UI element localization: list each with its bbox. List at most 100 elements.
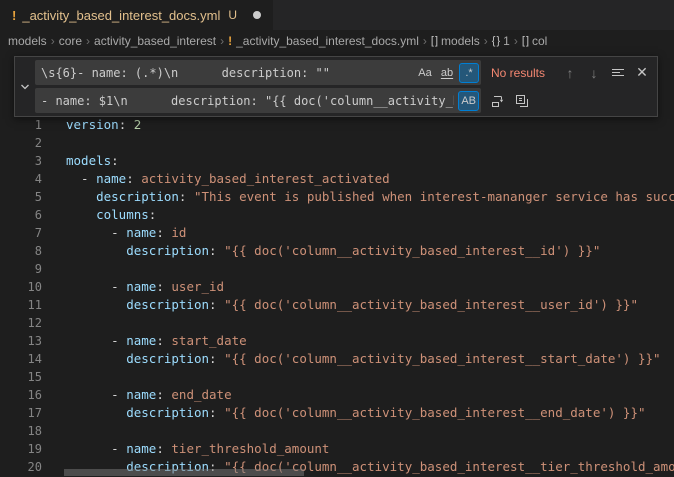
breadcrumb-item[interactable]: [ ] models — [431, 34, 480, 48]
breadcrumb-item[interactable]: models — [8, 34, 47, 48]
symbol-object-icon: { } — [492, 35, 499, 47]
line-number: 10 — [0, 278, 42, 296]
replace-all-icon — [514, 93, 530, 109]
replace-button[interactable] — [487, 90, 509, 112]
code-line[interactable]: 7 - name: id — [0, 224, 674, 242]
breadcrumb: models › core › activity_based_interest ›! _ac… — [0, 30, 674, 52]
line-number: 15 — [0, 368, 42, 386]
code-line[interactable]: 1version: 2 — [0, 116, 674, 134]
toggle-replace-button[interactable] — [15, 57, 35, 116]
breadcrumb-label: col — [532, 34, 547, 48]
find-replace-widget: \s{6}- name: (.*)\n description: "" Aa a… — [14, 56, 658, 117]
find-in-selection-icon — [610, 65, 626, 81]
code-line[interactable]: 6 columns: — [0, 206, 674, 224]
match-case-label: Aa — [418, 67, 431, 79]
match-case-toggle[interactable]: Aa — [415, 63, 435, 83]
breadcrumb-label: models — [441, 34, 480, 48]
symbol-array-icon: [ ] — [431, 35, 437, 47]
code-line-content: description: "This event is published wh… — [42, 188, 674, 206]
code-line-content — [42, 314, 66, 332]
editor-tab[interactable]: ! _activity_based_interest_docs.yml U — [0, 0, 273, 30]
code-line-content — [42, 260, 66, 278]
line-number: 12 — [0, 314, 42, 332]
line-number: 20 — [0, 458, 42, 476]
code-line-content: description: "{{ doc('column__activity_b… — [42, 404, 646, 422]
breadcrumb-separator: › — [423, 34, 427, 48]
code-line[interactable]: 18 — [0, 422, 674, 440]
find-widget-body: \s{6}- name: (.*)\n description: "" Aa a… — [35, 57, 657, 116]
line-number: 1 — [0, 116, 42, 134]
breadcrumb-item[interactable]: ! _activity_based_interest_docs.yml — [228, 34, 419, 48]
code-line-content — [42, 422, 66, 440]
warning-icon: ! — [228, 34, 232, 48]
code-line-content: - name: user_id — [42, 278, 224, 296]
breadcrumb-separator: › — [86, 34, 90, 48]
breadcrumb-label: _activity_based_interest_docs.yml — [236, 34, 419, 48]
code-line[interactable]: 14 description: "{{ doc('column__activit… — [0, 350, 674, 368]
previous-match-button[interactable]: ↑ — [559, 62, 581, 84]
regex-label: .* — [465, 67, 472, 79]
line-number: 9 — [0, 260, 42, 278]
breadcrumb-item[interactable]: [ ] col — [522, 34, 548, 48]
replace-icon — [490, 93, 506, 109]
breadcrumb-item[interactable]: core — [59, 34, 82, 48]
whole-word-toggle[interactable]: ab — [437, 63, 457, 83]
tab-title: _activity_based_interest_docs.yml — [22, 8, 220, 23]
preserve-case-toggle[interactable]: AB — [458, 91, 479, 111]
find-in-selection-button[interactable] — [607, 62, 629, 84]
code-line[interactable]: 10 - name: user_id — [0, 278, 674, 296]
code-line-content: - name: activity_based_interest_activate… — [42, 170, 390, 188]
code-line[interactable]: 2 — [0, 134, 674, 152]
replace-value-text: - name: $1\n description: "{{ doc('colum… — [41, 94, 454, 108]
replace-row: - name: $1\n description: "{{ doc('colum… — [35, 88, 653, 113]
horizontal-scrollbar[interactable] — [42, 467, 674, 477]
chevron-down-icon — [19, 81, 31, 93]
line-number: 5 — [0, 188, 42, 206]
breadcrumb-label: 1 — [503, 34, 510, 48]
editor-pane[interactable]: 1version: 223models:4 - name: activity_b… — [0, 52, 674, 477]
code-line[interactable]: 13 - name: start_date — [0, 332, 674, 350]
code-line-content: - name: tier_threshold_amount — [42, 440, 329, 458]
code-line[interactable]: 5 description: "This event is published … — [0, 188, 674, 206]
symbol-array-icon: [ ] — [522, 35, 528, 47]
line-number: 19 — [0, 440, 42, 458]
find-nav-buttons: ↑ ↓ ✕ — [559, 62, 653, 84]
find-input[interactable]: \s{6}- name: (.*)\n description: "" Aa a… — [35, 60, 481, 85]
code-line[interactable]: 3models: — [0, 152, 674, 170]
modified-dot-icon[interactable] — [253, 11, 261, 19]
breadcrumb-separator: › — [51, 34, 55, 48]
code-line[interactable]: 16 - name: end_date — [0, 386, 674, 404]
code-line[interactable]: 12 — [0, 314, 674, 332]
code-line-content: description: "{{ doc('column__activity_b… — [42, 242, 600, 260]
horizontal-scrollbar-slider[interactable] — [64, 469, 304, 476]
next-match-button[interactable]: ↓ — [583, 62, 605, 84]
find-query-text: \s{6}- name: (.*)\n description: "" — [41, 66, 411, 80]
close-button[interactable]: ✕ — [631, 62, 653, 84]
code-line[interactable]: 4 - name: activity_based_interest_activa… — [0, 170, 674, 188]
line-number: 16 — [0, 386, 42, 404]
line-number: 4 — [0, 170, 42, 188]
code-line[interactable]: 9 — [0, 260, 674, 278]
code-line[interactable]: 11 description: "{{ doc('column__activit… — [0, 296, 674, 314]
code-area[interactable]: 1version: 223models:4 - name: activity_b… — [0, 116, 674, 476]
regex-toggle[interactable]: .* — [459, 63, 479, 83]
breadcrumb-item[interactable]: activity_based_interest — [94, 34, 216, 48]
code-line-content: description: "{{ doc('column__activity_b… — [42, 350, 661, 368]
code-line-content — [42, 134, 66, 152]
line-number: 3 — [0, 152, 42, 170]
replace-options: AB — [458, 91, 479, 111]
code-line-content: - name: end_date — [42, 386, 232, 404]
code-line-content — [42, 368, 66, 386]
code-line[interactable]: 15 — [0, 368, 674, 386]
code-line[interactable]: 19 - name: tier_threshold_amount — [0, 440, 674, 458]
replace-input[interactable]: - name: $1\n description: "{{ doc('colum… — [35, 88, 481, 113]
code-line-content: - name: id — [42, 224, 186, 242]
line-number: 8 — [0, 242, 42, 260]
breadcrumb-item[interactable]: { } 1 — [492, 34, 510, 48]
code-line[interactable]: 17 description: "{{ doc('column__activit… — [0, 404, 674, 422]
code-line-content: description: "{{ doc('column__activity_b… — [42, 296, 638, 314]
code-line[interactable]: 8 description: "{{ doc('column__activity… — [0, 242, 674, 260]
preserve-case-label: AB — [461, 95, 476, 107]
replace-all-button[interactable] — [511, 90, 533, 112]
breadcrumb-label: activity_based_interest — [94, 34, 216, 48]
